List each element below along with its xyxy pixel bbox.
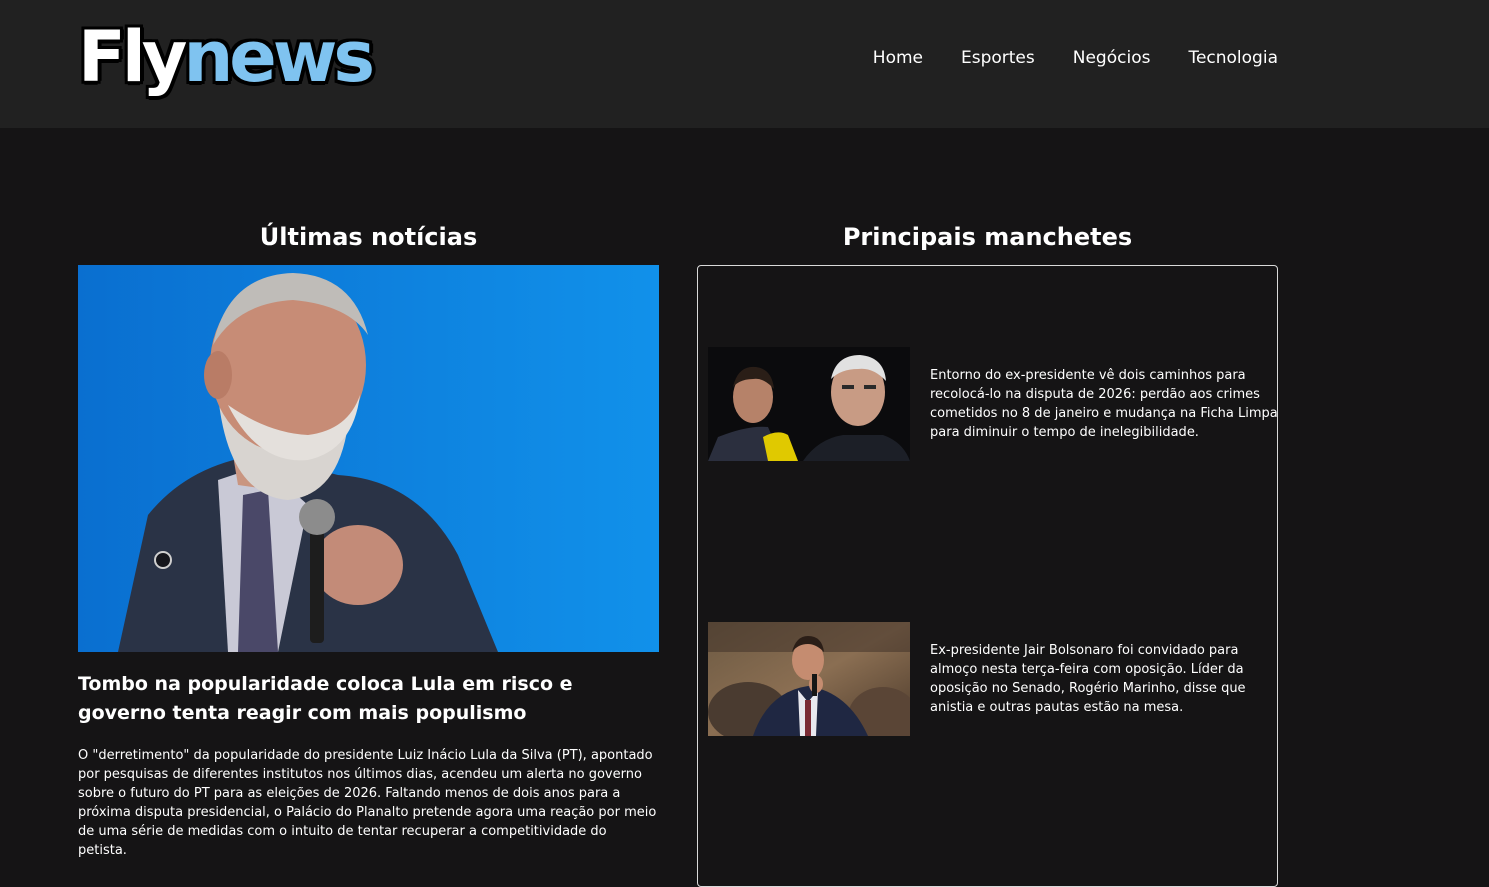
hero-article-title[interactable]: Tombo na popularidade coloca Lula em ris… — [78, 670, 659, 728]
headline-photo-illustration — [708, 347, 910, 461]
headline-thumbnail[interactable] — [708, 622, 910, 736]
headline-photo-illustration — [708, 622, 910, 736]
flynews-logo[interactable]: Flynews — [78, 12, 375, 102]
hero-article-summary: O "derretimento" da popularidade do pres… — [78, 748, 657, 858]
logo-text-fly: Fly — [78, 16, 187, 98]
headline-text[interactable]: Entorno do ex-presidente vê dois caminho… — [930, 366, 1278, 442]
top-headlines-title: Principais manchetes — [842, 223, 1133, 251]
hero-photo-illustration — [78, 265, 659, 652]
headlines-panel: Entorno do ex-presidente vê dois caminho… — [697, 265, 1278, 887]
hero-article-image[interactable] — [78, 265, 659, 652]
nav-home[interactable]: Home — [873, 46, 923, 70]
site-header: Flynews Home Esportes Negócios Tecnologi… — [0, 0, 1489, 128]
main-nav: Home Esportes Negócios Tecnologia — [873, 46, 1278, 70]
nav-tecnologia[interactable]: Tecnologia — [1188, 46, 1278, 70]
latest-news-title: Últimas notícias — [259, 223, 478, 251]
logo-text-news: news — [183, 16, 375, 98]
headline-text[interactable]: Ex-presidente Jair Bolsonaro foi convida… — [930, 641, 1278, 717]
nav-esportes[interactable]: Esportes — [961, 46, 1035, 70]
nav-negocios[interactable]: Negócios — [1073, 46, 1151, 70]
headline-thumbnail[interactable] — [708, 347, 910, 461]
